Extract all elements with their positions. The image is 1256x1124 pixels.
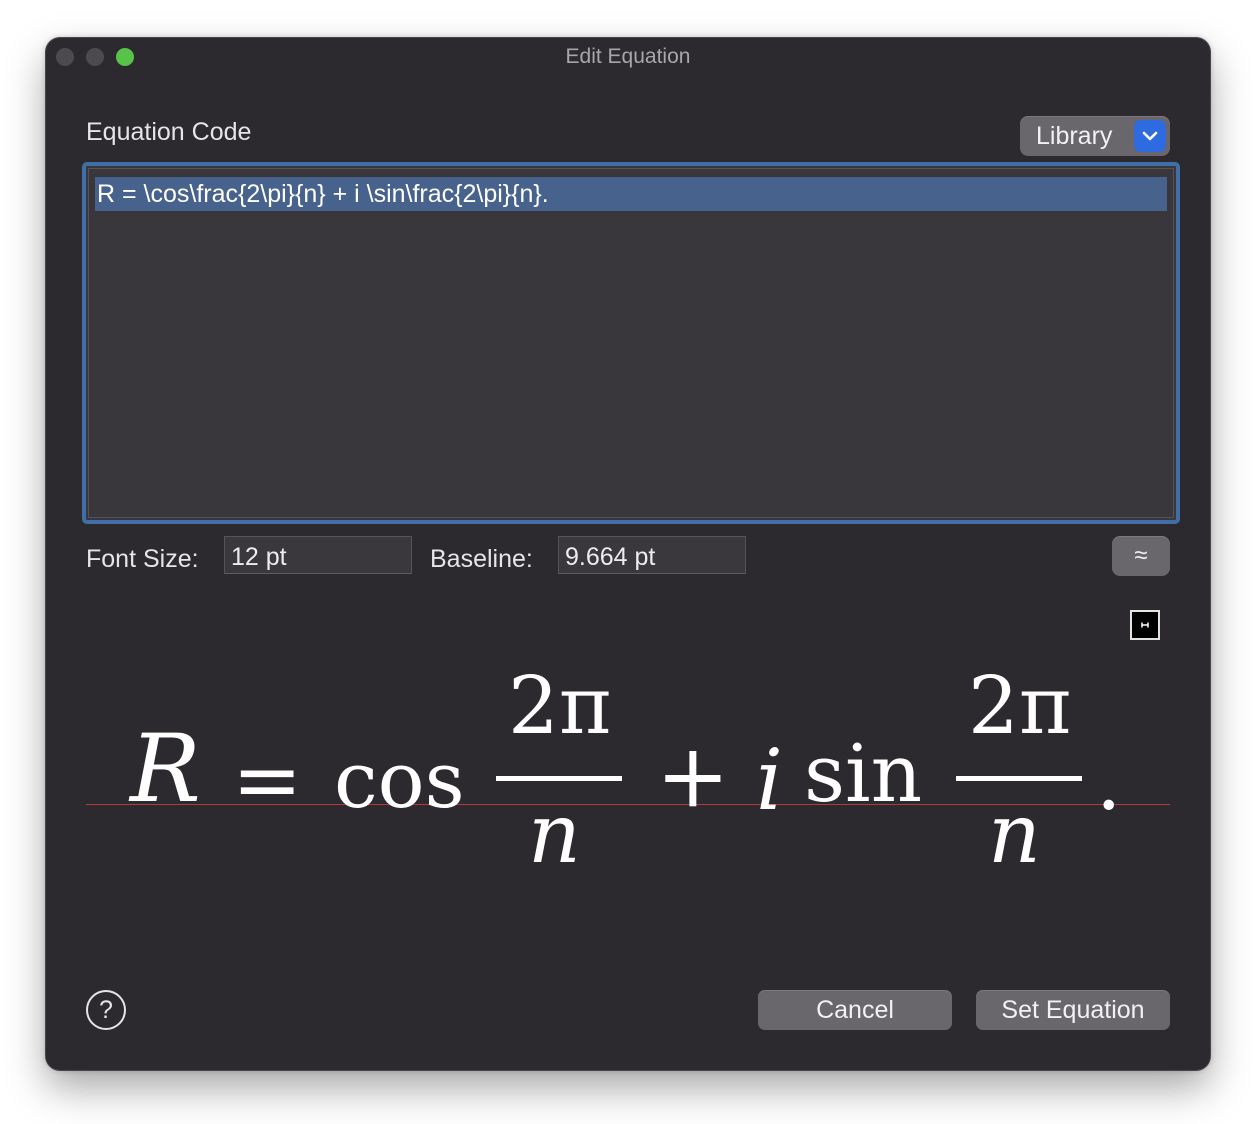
set-equation-button[interactable]: Set Equation (976, 990, 1170, 1030)
library-label: Library (1036, 122, 1113, 150)
preview-equals: = (232, 731, 303, 829)
code-editor-inner: R = \cos\frac{2\pi}{n} + i \sin\frac{2\p… (88, 168, 1174, 518)
preview-denominator-2: n (988, 787, 1041, 882)
equation-code-text[interactable]: R = \cos\frac{2\pi}{n} + i \sin\frac{2\p… (95, 177, 1167, 211)
preview-period: . (1096, 735, 1122, 828)
chevron-down-icon (1134, 120, 1166, 152)
cancel-button[interactable]: Cancel (758, 990, 952, 1030)
library-popup-button[interactable]: Library (1020, 116, 1170, 156)
help-button[interactable]: ? (86, 990, 126, 1030)
preview-fraction-bar-1 (496, 776, 622, 781)
preview-R: R (130, 715, 201, 824)
preview-i: i (756, 731, 783, 829)
preview-sin: sin (804, 727, 923, 820)
equation-code-label: Equation Code (86, 118, 252, 146)
preview-fraction-bar-2 (956, 776, 1082, 781)
preview-numerator-2: 2π (968, 659, 1072, 752)
approximate-button[interactable]: ≈ (1112, 536, 1170, 576)
preview-plus: + (656, 724, 730, 827)
preview-size-toggle[interactable] (1130, 610, 1160, 640)
baseline-field[interactable]: 9.664 pt (558, 536, 746, 574)
font-size-label: Font Size: (86, 545, 199, 573)
font-size-field[interactable]: 12 pt (224, 536, 412, 574)
preview-cos: cos (334, 736, 465, 826)
baseline-label: Baseline: (430, 545, 533, 573)
preview-numerator-1: 2π (508, 659, 612, 752)
equation-code-editor[interactable]: R = \cos\frac{2\pi}{n} + i \sin\frac{2\p… (82, 162, 1180, 524)
edit-equation-window: Edit Equation Equation Code Library R = … (46, 38, 1210, 1070)
window-title: Edit Equation (565, 45, 691, 68)
preview-denominator-1: n (528, 787, 581, 882)
